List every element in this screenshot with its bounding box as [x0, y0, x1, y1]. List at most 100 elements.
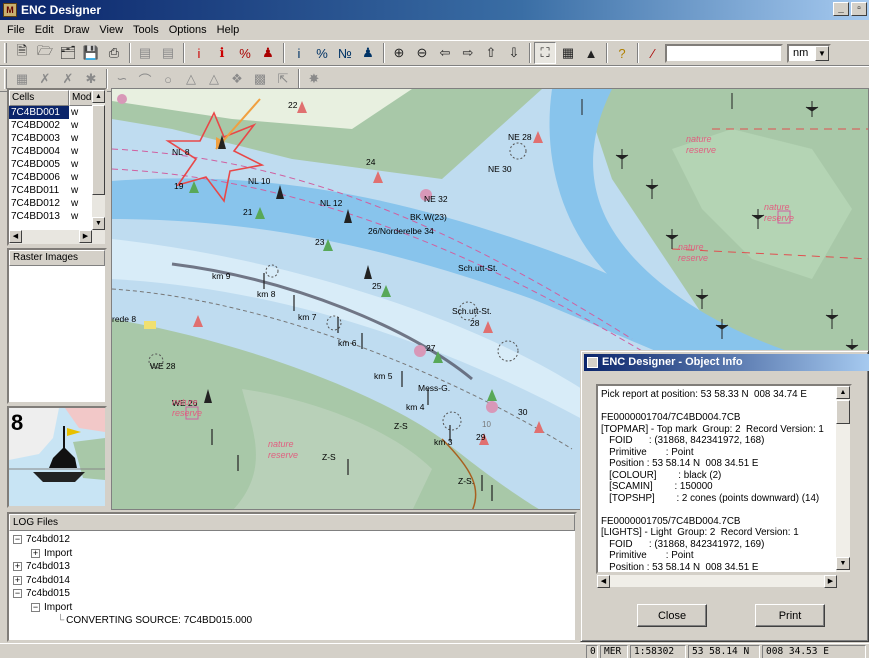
close-button[interactable]: Close — [637, 604, 707, 627]
expand-icon[interactable]: + — [13, 575, 22, 585]
query-icon[interactable]: i — [288, 42, 310, 64]
log-files-panel[interactable]: LOG Files −7c4bd012 + Import +7c4bd013 +7… — [7, 512, 577, 642]
scroll-up-icon[interactable]: ▲ — [836, 386, 850, 399]
tree-node[interactable]: − Import — [13, 601, 575, 615]
raster-images-panel[interactable]: Raster Images — [7, 248, 107, 404]
mode-column-header[interactable]: Mode — [69, 90, 97, 106]
help-icon[interactable]: ? — [611, 42, 633, 64]
draw-curve-icon[interactable]: ∽ — [111, 68, 133, 90]
chevron-down-icon[interactable]: ▼ — [815, 45, 829, 61]
map-label: 30 — [518, 407, 528, 417]
print-icon[interactable]: ⎙ — [103, 42, 125, 64]
info-icon[interactable]: i — [188, 42, 210, 64]
save-icon[interactable]: 💾 — [80, 42, 102, 64]
title-bar[interactable]: M ENC Designer _ ▫ — [0, 0, 869, 20]
draw-circle-icon[interactable]: ○ — [157, 68, 179, 90]
cells-horizontal-scrollbar[interactable]: ◀ ▶ — [9, 230, 105, 244]
scroll-thumb[interactable] — [836, 400, 850, 424]
tree-node[interactable]: −7c4bd012 — [13, 533, 575, 547]
tree-node[interactable]: └ CONVERTING SOURCE: 7C4BD015.000 — [13, 614, 575, 628]
scroll-right-icon[interactable]: ▶ — [824, 575, 837, 588]
expand-icon[interactable]: + — [13, 562, 22, 572]
measure-icon[interactable]: ∕ — [642, 42, 664, 64]
tree-node[interactable]: + Import — [13, 547, 575, 561]
cell-row[interactable]: 7C4BD001 w — [9, 106, 105, 119]
scroll-up-icon[interactable]: ▲ — [92, 90, 105, 103]
draw-polygon-icon[interactable]: △ — [180, 68, 202, 90]
percent-icon[interactable]: % — [234, 42, 256, 64]
cell-row[interactable]: 7C4BD002 w — [9, 119, 105, 132]
scroll-down-icon[interactable]: ▼ — [92, 217, 105, 230]
draw-area-icon[interactable]: △ — [203, 68, 225, 90]
scroll-left-icon[interactable]: ◀ — [597, 575, 610, 588]
draw-cross-icon[interactable]: ✱ — [80, 68, 102, 90]
display-mode-1-icon[interactable]: ⛶ — [534, 42, 556, 64]
pan-right-icon[interactable]: ⇨ — [457, 42, 479, 64]
overview-window[interactable]: 8 — [7, 406, 107, 508]
print-button[interactable]: Print — [755, 604, 825, 627]
pan-left-icon[interactable]: ⇦ — [434, 42, 456, 64]
cell-row[interactable]: 7C4BD005 w — [9, 158, 105, 171]
dialog-title-bar[interactable]: ENC Designer - Object Info — [584, 354, 869, 371]
scroll-left-icon[interactable]: ◀ — [9, 230, 22, 243]
menu-help[interactable]: Help — [212, 24, 245, 36]
select-area-icon[interactable]: ▦ — [11, 68, 33, 90]
zoom-out-icon[interactable]: ⊖ — [411, 42, 433, 64]
scroll-right-icon[interactable]: ▶ — [79, 230, 92, 243]
draw-arc-icon[interactable]: ⌒ — [134, 68, 156, 90]
pick-report-icon[interactable]: ℹ — [211, 42, 233, 64]
menu-draw[interactable]: Draw — [59, 24, 95, 36]
cell-row[interactable]: 7C4BD012 w — [9, 197, 105, 210]
user-icon[interactable]: ♟ — [257, 42, 279, 64]
pan-up-icon[interactable]: ⇧ — [480, 42, 502, 64]
cell-row[interactable]: 7C4BD003 w — [9, 132, 105, 145]
object-info-text[interactable]: Pick report at position: 53 58.33 N 008 … — [596, 384, 852, 574]
minimize-button[interactable]: _ — [833, 2, 849, 16]
collapse-icon[interactable]: − — [13, 535, 22, 545]
cell-disabled-2-icon[interactable]: ▤ — [157, 42, 179, 64]
unit-select[interactable]: nm ▼ — [787, 43, 831, 63]
coordinate-input[interactable] — [665, 43, 783, 63]
tree-node[interactable]: +7c4bd014 — [13, 574, 575, 588]
scroll-down-icon[interactable]: ▼ — [836, 557, 850, 570]
cell-row[interactable]: 7C4BD004 w — [9, 145, 105, 158]
info-horizontal-scrollbar[interactable]: ◀ ▶ — [596, 574, 838, 588]
new-file-icon[interactable]: 🗎 — [11, 42, 33, 64]
move-point-icon[interactable]: ❖ — [226, 68, 248, 90]
open-folder-icon[interactable]: 🗁 — [34, 42, 56, 64]
cell-row[interactable]: 7C4BD013 w — [9, 210, 105, 223]
cells-column-header[interactable]: Cells — [9, 90, 69, 106]
restore-button[interactable]: ▫ — [851, 2, 867, 16]
menu-tools[interactable]: Tools — [128, 24, 164, 36]
cell-row[interactable]: 7C4BD006 w — [9, 171, 105, 184]
menu-file[interactable]: File — [2, 24, 30, 36]
tree-node[interactable]: −7c4bd015 — [13, 587, 575, 601]
object-info-dialog[interactable]: ENC Designer - Object Info Pick report a… — [580, 350, 869, 642]
cells-vertical-scrollbar[interactable]: ▲ ▼ — [92, 90, 105, 230]
expand-icon[interactable]: + — [31, 548, 40, 558]
display-mode-3-icon[interactable]: ▲ — [580, 42, 602, 64]
delete-feature-icon[interactable]: ✸ — [303, 68, 325, 90]
info-vertical-scrollbar[interactable]: ▲ ▼ — [836, 386, 850, 572]
cell-disabled-icon[interactable]: ▤ — [134, 42, 156, 64]
user-blue-icon[interactable]: ♟ — [357, 42, 379, 64]
cells-list[interactable]: Cells Mode 7C4BD001 w 7C4BD002 w 7C4BD003 w… — [7, 88, 107, 246]
insert-point-icon[interactable]: ▩ — [249, 68, 271, 90]
cell-row[interactable]: 7C4BD011 w — [9, 184, 105, 197]
validate-icon[interactable]: № — [334, 42, 356, 64]
pan-down-icon[interactable]: ⇩ — [503, 42, 525, 64]
collapse-icon[interactable]: − — [31, 602, 40, 612]
menu-options[interactable]: Options — [164, 24, 212, 36]
draw-line-icon[interactable]: ✗ — [34, 68, 56, 90]
display-mode-2-icon[interactable]: ▦ — [557, 42, 579, 64]
scroll-thumb[interactable] — [92, 105, 105, 195]
statistics-icon[interactable]: % — [311, 42, 333, 64]
draw-polyline-icon[interactable]: ✗ — [57, 68, 79, 90]
delete-point-icon[interactable]: ⇱ — [272, 68, 294, 90]
collapse-icon[interactable]: − — [13, 589, 22, 599]
open-recent-icon[interactable]: 🗂 — [57, 42, 79, 64]
tree-node[interactable]: +7c4bd013 — [13, 560, 575, 574]
menu-edit[interactable]: Edit — [30, 24, 59, 36]
zoom-in-icon[interactable]: ⊕ — [388, 42, 410, 64]
menu-view[interactable]: View — [94, 24, 128, 36]
